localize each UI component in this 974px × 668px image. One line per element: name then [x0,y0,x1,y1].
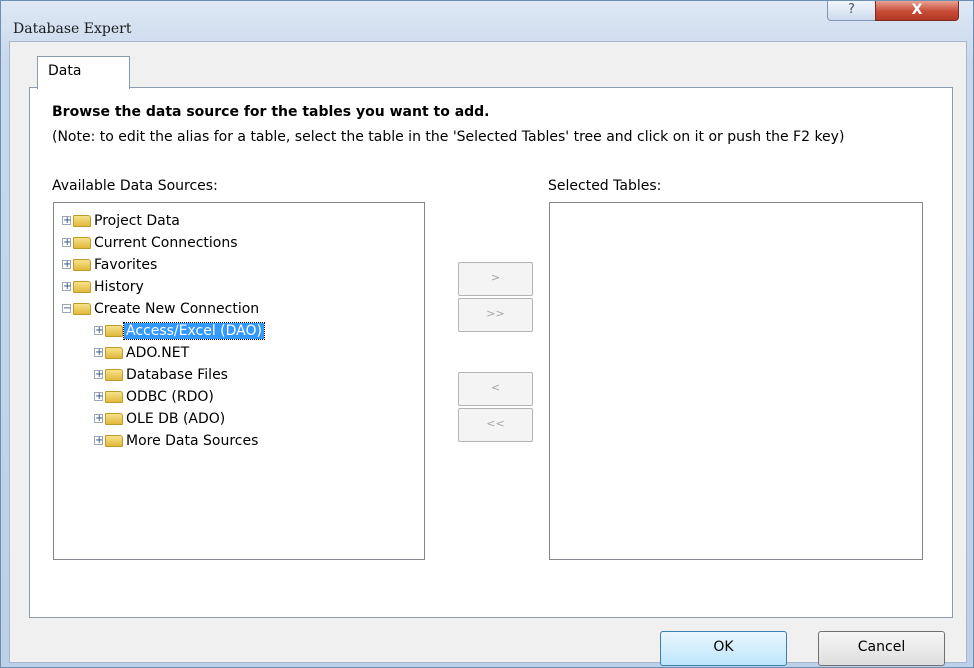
tree-item[interactable]: + Favorites [62,254,159,275]
folder-icon [73,258,91,271]
tree-item[interactable]: − Create New Connection [62,298,261,319]
folder-icon [73,302,91,315]
tree-item-label: Favorites [94,256,158,273]
tree-item[interactable]: + Current Connections [62,232,240,253]
selected-tables-label: Selected Tables: [548,178,662,194]
available-data-sources-label: Available Data Sources: [52,178,218,194]
expand-icon[interactable]: + [94,436,103,446]
tree-item-label: Database Files [126,366,228,383]
ok-button[interactable]: OK [660,631,787,666]
add-table-button[interactable]: > [458,262,533,296]
tree-item-label: ADO.NET [126,344,190,361]
expand-icon[interactable]: + [94,326,103,336]
folder-icon [105,412,123,425]
selected-tables-tree[interactable] [549,202,923,560]
folder-icon [73,236,91,249]
remove-all-tables-button[interactable]: << [458,408,533,442]
expand-icon[interactable]: + [62,282,71,292]
tree-item[interactable]: + Access/Excel (DAO) [94,320,265,341]
folder-icon [105,368,123,381]
folder-icon [73,214,91,227]
folder-icon [105,390,123,403]
expand-icon[interactable]: + [94,392,103,402]
expand-icon[interactable]: + [62,260,71,270]
tree-item[interactable]: + More Data Sources [94,430,260,451]
tree-item[interactable]: + Database Files [94,364,230,385]
folder-icon [105,346,123,359]
folder-icon [73,280,91,293]
tree-item[interactable]: + ADO.NET [94,342,191,363]
tree-item-label: Access/Excel (DAO) [123,321,265,340]
expand-icon[interactable]: + [94,414,103,424]
folder-icon [105,434,123,447]
remove-table-button[interactable]: < [458,372,533,406]
folder-icon [105,324,123,337]
tab-data[interactable]: Data [37,56,130,89]
add-all-tables-button[interactable]: >> [458,298,533,332]
collapse-icon[interactable]: − [62,304,71,314]
tree-item[interactable]: + ODBC (RDO) [94,386,216,407]
close-button[interactable]: X [875,1,959,21]
dialog-client-area: Data Browse the data source for the tabl… [9,41,967,666]
panel-heading: Browse the data source for the tables yo… [52,104,490,120]
database-expert-window: Database Expert ? X Data Browse the data… [0,0,974,668]
help-button[interactable]: ? [827,1,876,21]
expand-icon[interactable]: + [94,370,103,380]
window-title: Database Expert [13,21,132,37]
tree-item[interactable]: + Project Data [62,210,182,231]
title-bar[interactable]: Database Expert ? X [1,1,973,41]
tree-item-label: History [94,278,144,295]
expand-icon[interactable]: + [62,238,71,248]
tree-item-label: Create New Connection [94,300,260,317]
expand-icon[interactable]: + [62,216,71,226]
tree-item-label: Project Data [94,212,180,229]
tree-item-label: ODBC (RDO) [126,388,214,405]
tree-item-label: OLE DB (ADO) [126,410,226,427]
cancel-button[interactable]: Cancel [818,631,945,666]
available-data-sources-tree[interactable]: + Project Data + Current Connections + Favori… [53,202,425,560]
expand-icon[interactable]: + [94,348,103,358]
tree-item-label: Current Connections [94,234,238,251]
panel-note: (Note: to edit the alias for a table, se… [52,129,845,145]
tab-data-label: Data [48,63,82,79]
tree-item[interactable]: + History [62,276,146,297]
tree-item-label: More Data Sources [126,432,259,449]
tree-item[interactable]: + OLE DB (ADO) [94,408,227,429]
